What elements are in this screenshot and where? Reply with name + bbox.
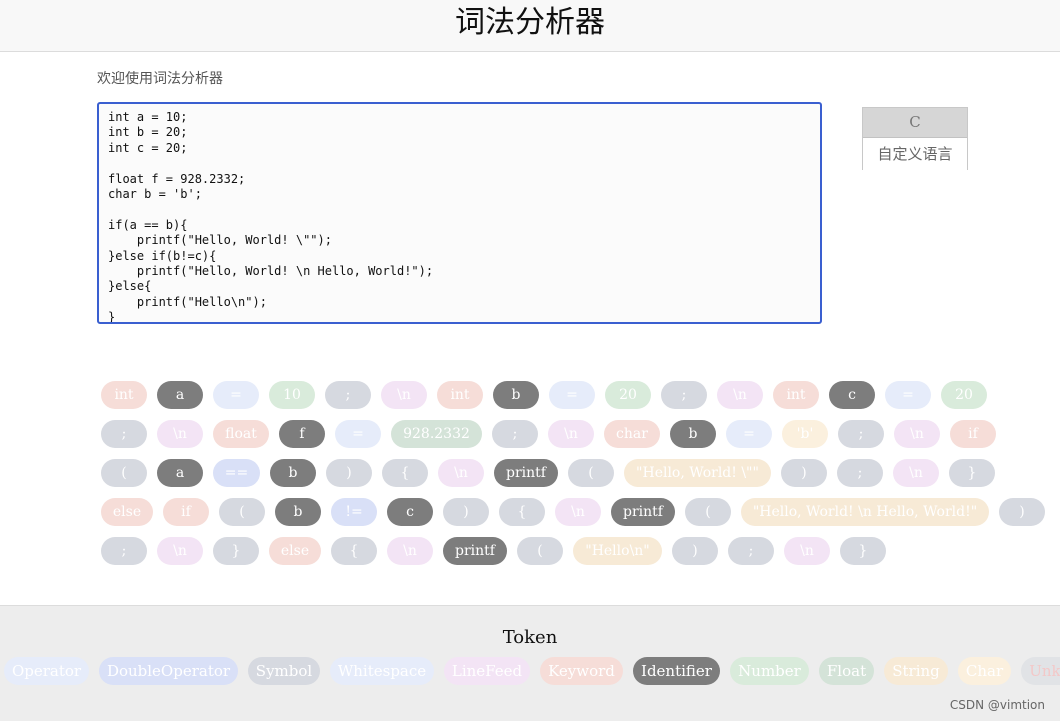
- token-chip: =: [335, 420, 381, 448]
- token-chip: b: [670, 420, 716, 448]
- legend-title: Token: [502, 627, 558, 648]
- token-chip: ): [672, 537, 718, 565]
- token-chip: {: [382, 459, 428, 487]
- token-chip: int: [773, 381, 819, 409]
- token-chip: \n: [893, 459, 939, 487]
- token-chip: \n: [548, 420, 594, 448]
- token-chip: ): [326, 459, 372, 487]
- token-chip: ): [443, 498, 489, 526]
- token-chip: f: [279, 420, 325, 448]
- legend-item-keyword[interactable]: Keyword: [540, 657, 623, 685]
- token-chip: c: [829, 381, 875, 409]
- token-chip: ;: [101, 537, 147, 565]
- legend-item-symbol[interactable]: Symbol: [248, 657, 320, 685]
- legend-item-identifier[interactable]: Identifier: [633, 657, 720, 685]
- legend-item-float[interactable]: Float: [819, 657, 874, 685]
- legend-item-whitespace[interactable]: Whitespace: [330, 657, 434, 685]
- token-chip: "Hello\n": [573, 537, 662, 565]
- token-chip: ;: [838, 420, 884, 448]
- token-chip: \n: [387, 537, 433, 565]
- token-chip: 10: [269, 381, 315, 409]
- legend-item-operator[interactable]: Operator: [4, 657, 89, 685]
- token-chip: if: [950, 420, 996, 448]
- token-chip: "Hello, World! \"": [624, 459, 771, 487]
- page-title: 词法分析器: [455, 5, 605, 40]
- legend-item-number[interactable]: Number: [730, 657, 809, 685]
- legend-item-linefeed[interactable]: LineFeed: [444, 657, 530, 685]
- token-chip: b: [493, 381, 539, 409]
- token-chip: ;: [661, 381, 707, 409]
- token-chip: }: [213, 537, 259, 565]
- token-chip: int: [437, 381, 483, 409]
- token-chip: \n: [894, 420, 940, 448]
- token-chip: \n: [555, 498, 601, 526]
- legend-item-string[interactable]: String: [884, 657, 948, 685]
- token-chip: ;: [325, 381, 371, 409]
- token-chip: "Hello, World! \n Hello, World!": [741, 498, 989, 526]
- token-chip: ): [781, 459, 827, 487]
- welcome-text: 欢迎使用词法分析器: [97, 71, 223, 87]
- token-chip: !=: [331, 498, 377, 526]
- legend-item-unknown[interactable]: Unknown: [1021, 657, 1060, 685]
- token-chip: ;: [728, 537, 774, 565]
- token-chip: (: [101, 459, 147, 487]
- token-chip: \n: [438, 459, 484, 487]
- token-chip: (: [219, 498, 265, 526]
- token-chip: \n: [717, 381, 763, 409]
- token-chip: a: [157, 381, 203, 409]
- token-chip: ;: [837, 459, 883, 487]
- token-chip: 'b': [782, 420, 828, 448]
- code-editor[interactable]: int a = 10; int b = 20; int c = 20; floa…: [97, 102, 822, 324]
- token-chip: else: [269, 537, 321, 565]
- token-chip: b: [270, 459, 316, 487]
- token-chip: =: [549, 381, 595, 409]
- token-chip: \n: [157, 537, 203, 565]
- token-chip: {: [499, 498, 545, 526]
- token-chip: ==: [213, 459, 260, 487]
- token-chip: (: [517, 537, 563, 565]
- token-chip: 20: [941, 381, 987, 409]
- token-legend-panel: Token Operator DoubleOperator Symbol Whites…: [0, 605, 1060, 721]
- token-chip: {: [331, 537, 377, 565]
- token-chip: 928.2332: [391, 420, 482, 448]
- page-header: 词法分析器: [0, 0, 1060, 52]
- token-chip: printf: [443, 537, 507, 565]
- token-chip: printf: [611, 498, 675, 526]
- token-chip: if: [163, 498, 209, 526]
- token-chip: ;: [492, 420, 538, 448]
- token-chip: \n: [157, 420, 203, 448]
- token-chip: =: [885, 381, 931, 409]
- token-chip: (: [685, 498, 731, 526]
- language-selector: C 自定义语言: [862, 107, 968, 170]
- token-chip: float: [213, 420, 269, 448]
- token-chip: =: [213, 381, 259, 409]
- legend-item-char[interactable]: Char: [958, 657, 1011, 685]
- token-chip: c: [387, 498, 433, 526]
- token-chip: char: [604, 420, 660, 448]
- token-chip: int: [101, 381, 147, 409]
- token-chip: \n: [784, 537, 830, 565]
- token-chip: else: [101, 498, 153, 526]
- language-c-button[interactable]: C: [863, 108, 967, 138]
- token-chip: }: [840, 537, 886, 565]
- token-chip: \n: [381, 381, 427, 409]
- token-chip: b: [275, 498, 321, 526]
- language-custom-button[interactable]: 自定义语言: [863, 138, 967, 170]
- token-chip: 20: [605, 381, 651, 409]
- token-chip: }: [949, 459, 995, 487]
- watermark: CSDN @vimtion: [949, 698, 1045, 712]
- legend-item-double[interactable]: DoubleOperator: [99, 657, 238, 685]
- token-chip: (: [568, 459, 614, 487]
- token-chip: a: [157, 459, 203, 487]
- token-chip: ): [999, 498, 1045, 526]
- token-chip: ;: [101, 420, 147, 448]
- token-chip: printf: [494, 459, 558, 487]
- token-chip: =: [726, 420, 772, 448]
